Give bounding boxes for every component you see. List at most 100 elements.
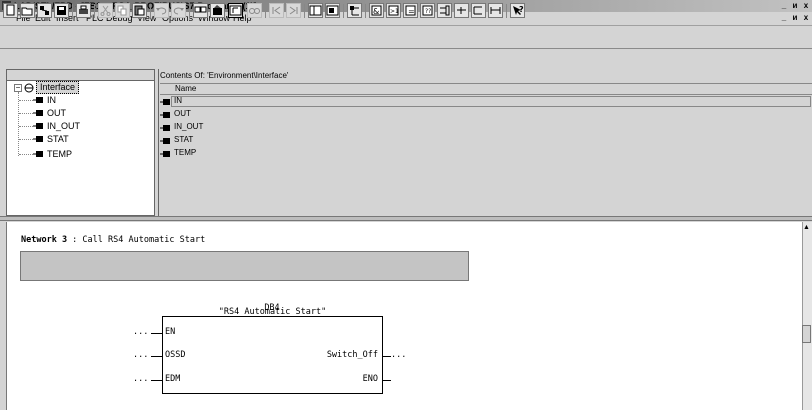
tree-item-stat[interactable]: STAT [47, 133, 69, 146]
details-button[interactable] [325, 3, 340, 18]
input-param-edm[interactable]: ... [133, 374, 148, 384]
cut-button[interactable] [98, 3, 113, 18]
empty-box-button[interactable]: ?? [420, 3, 435, 18]
prev-icon [270, 4, 283, 17]
tree-collapse-toggle[interactable]: − [14, 84, 22, 92]
network-title[interactable]: Call RS4 Automatic Start [82, 235, 205, 245]
or-box-button[interactable]: >1 [386, 3, 401, 18]
download-icon [229, 4, 242, 17]
open-icon [21, 4, 34, 17]
paste-button[interactable] [132, 3, 147, 18]
toolbar-separator [72, 4, 73, 18]
scrollbar-thumb[interactable] [802, 325, 811, 343]
new-button[interactable] [3, 3, 18, 18]
network-icon [38, 4, 51, 17]
prev-button[interactable] [269, 3, 284, 18]
column-header-label: Name [175, 84, 197, 93]
tree-item-temp[interactable]: TEMP [47, 148, 72, 161]
minimize-button[interactable]: _ [780, 1, 788, 10]
input-param-en[interactable]: ... [133, 327, 148, 337]
overview-button[interactable] [308, 3, 323, 18]
tree-connector [19, 154, 33, 155]
new-network-icon [348, 4, 361, 17]
undo-button[interactable] [154, 3, 169, 18]
redo-icon [172, 4, 185, 17]
save-icon [55, 4, 68, 17]
assign-icon: = [404, 4, 417, 17]
network-button[interactable] [37, 3, 52, 18]
row-selection [171, 96, 811, 107]
library-icon [211, 4, 224, 17]
undo-icon [155, 4, 168, 17]
help-button[interactable]: ? [510, 3, 525, 18]
tree-connector [19, 113, 33, 114]
and-box-icon: & [370, 4, 383, 17]
svg-text:&: & [373, 7, 379, 16]
param-inout-icon [33, 122, 44, 132]
glasses-icon [248, 4, 261, 17]
doc-restore-button[interactable]: и [791, 13, 799, 22]
list-item-stat[interactable]: STAT [174, 134, 193, 146]
tree-item-interface[interactable]: Interface [36, 81, 80, 94]
library-button[interactable] [210, 3, 225, 18]
new-icon [4, 4, 17, 17]
toolbar-separator [94, 4, 95, 18]
pin-eno: ENO [362, 374, 378, 384]
list-item-in[interactable]: IN [174, 95, 182, 107]
branch-button[interactable] [437, 3, 452, 18]
pin-edm: EDM [165, 374, 181, 384]
cut-icon [99, 4, 112, 17]
tree-item-in-out[interactable]: IN_OUT [47, 120, 80, 133]
list-item-out[interactable]: OUT [174, 108, 191, 120]
print-icon [77, 4, 90, 17]
pane-splitter[interactable] [0, 216, 812, 221]
input-param-ossd[interactable]: ... [133, 350, 148, 360]
close-branch-button[interactable] [471, 3, 486, 18]
download-button[interactable] [228, 3, 243, 18]
param-temp-icon [33, 150, 44, 160]
restore-button[interactable]: и [791, 1, 799, 10]
next-button[interactable] [286, 3, 301, 18]
assign-button[interactable]: = [403, 3, 418, 18]
open-branch-button[interactable] [454, 3, 469, 18]
param-inout-icon [160, 124, 171, 134]
next-icon [287, 4, 300, 17]
monitor-icon [194, 4, 207, 17]
glasses-button[interactable] [247, 3, 262, 18]
close-button[interactable]: x [802, 1, 810, 10]
redo-button[interactable] [171, 3, 186, 18]
monitor-button[interactable] [193, 3, 208, 18]
vertical-scrollbar[interactable] [802, 222, 812, 410]
tree-connector [19, 100, 33, 101]
output-param-switch-off[interactable]: ... [391, 350, 406, 360]
tree-connector [19, 139, 33, 140]
connect-button[interactable] [488, 3, 503, 18]
copy-button[interactable] [115, 3, 130, 18]
new-network-button[interactable] [347, 3, 362, 18]
copy-icon [116, 4, 129, 17]
param-stat-icon [33, 135, 44, 145]
tree-header [6, 69, 155, 81]
svg-text:??: ?? [425, 8, 431, 15]
pin-wire [151, 380, 162, 381]
details-icon [326, 4, 339, 17]
pin-wire [383, 356, 391, 357]
name-column-header[interactable]: Name [160, 83, 812, 95]
print-button[interactable] [76, 3, 91, 18]
toolbar-separator [304, 4, 305, 18]
doc-close-button[interactable]: x [802, 13, 810, 22]
network-comment-box[interactable] [20, 251, 469, 281]
list-item-temp[interactable]: TEMP [174, 147, 196, 159]
tree-item-out[interactable]: OUT [47, 107, 66, 120]
scroll-up-icon[interactable]: ▲ [802, 223, 811, 233]
list-item-in-out[interactable]: IN_OUT [174, 121, 203, 133]
and-box-button[interactable]: & [369, 3, 384, 18]
network-separator: : [67, 235, 83, 245]
open-button[interactable] [20, 3, 35, 18]
param-in-icon [160, 98, 171, 108]
empty-box-icon: ?? [421, 4, 434, 17]
save-button[interactable] [54, 3, 69, 18]
pin-en: EN [165, 327, 176, 337]
doc-minimize-button[interactable]: _ [780, 13, 788, 22]
tree-item-in[interactable]: IN [47, 94, 56, 107]
